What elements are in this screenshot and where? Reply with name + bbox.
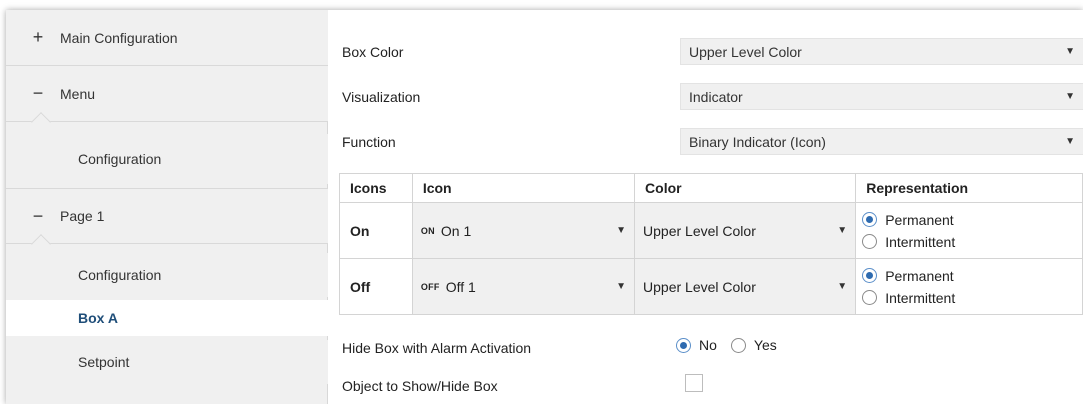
table-row: On ON On 1 ▼ Upper Level Color ▼ Permane… [339, 202, 1083, 259]
hide-box-radio-group: No Yes [676, 337, 791, 353]
sidebar-item-label: Configuration [78, 151, 162, 167]
off-icon-value: Off 1 [445, 278, 476, 295]
object-show-hide-checkbox[interactable] [685, 374, 703, 392]
header-color: Color [634, 173, 857, 203]
radio-label: Yes [753, 337, 777, 353]
box-color-label: Box Color [342, 44, 404, 60]
on-intermittent-option[interactable]: Intermittent [862, 231, 1082, 253]
header-icon: Icon [411, 173, 636, 203]
object-show-hide-label: Object to Show/Hide Box [342, 378, 498, 394]
hide-box-yes-option[interactable]: Yes [730, 337, 777, 353]
sidebar-item-box-a[interactable]: Box A [6, 300, 328, 336]
sidebar-item-label: Configuration [78, 267, 162, 283]
sidebar-item-menu[interactable]: − Menu [6, 66, 328, 122]
row-name-on: On [339, 202, 413, 259]
icons-table: Icons Icon Color Representation On ON On… [339, 173, 1083, 315]
plus-icon[interactable]: + [16, 27, 60, 48]
on-icon-select[interactable]: ON On 1 ▼ [411, 202, 636, 259]
off-color-value: Upper Level Color [643, 278, 756, 295]
off-icon-select[interactable]: OFF Off 1 ▼ [411, 258, 636, 315]
sidebar-item-label: Menu [60, 85, 96, 102]
header-representation: Representation [855, 173, 1083, 203]
hide-box-label: Hide Box with Alarm Activation [342, 340, 532, 356]
row-name-off: Off [339, 258, 413, 315]
radio-label: Intermittent [885, 233, 956, 250]
radio-selected-icon[interactable] [862, 212, 878, 227]
minus-icon[interactable]: − [16, 83, 60, 104]
chevron-down-icon: ▼ [837, 225, 848, 236]
on-icon-value: On 1 [440, 222, 472, 239]
visualization-label: Visualization [342, 89, 421, 105]
radio-label: Intermittent [885, 289, 956, 306]
function-value: Binary Indicator (Icon) [689, 133, 826, 150]
visualization-value: Indicator [689, 88, 743, 105]
sidebar-item-page1-configuration[interactable]: Configuration [6, 253, 328, 297]
radio-label: Permanent [885, 267, 954, 284]
chevron-down-icon: ▼ [1065, 91, 1075, 102]
off-permanent-option[interactable]: Permanent [862, 265, 1082, 287]
off-representation: Permanent Intermittent [855, 258, 1083, 315]
sidebar-item-page-1[interactable]: − Page 1 [6, 188, 328, 244]
chevron-down-icon: ▼ [1065, 46, 1075, 57]
radio-unselected-icon[interactable] [862, 290, 878, 305]
sidebar-item-main-configuration[interactable]: + Main Configuration [6, 10, 328, 66]
on-color-select[interactable]: Upper Level Color ▼ [634, 202, 857, 259]
radio-unselected-icon[interactable] [730, 337, 746, 353]
off-badge-icon: OFF [420, 281, 440, 292]
header-icons: Icons [339, 173, 413, 203]
app-window: + Main Configuration − Menu Configuratio… [6, 10, 1083, 404]
on-representation: Permanent Intermittent [855, 202, 1083, 259]
on-badge-icon: ON [420, 225, 435, 236]
radio-label: Permanent [885, 211, 954, 228]
sidebar: + Main Configuration − Menu Configuratio… [6, 10, 328, 404]
table-row: Off OFF Off 1 ▼ Upper Level Color ▼ Perm… [339, 258, 1083, 315]
minus-icon[interactable]: − [16, 206, 60, 227]
chevron-down-icon: ▼ [616, 225, 627, 236]
on-permanent-option[interactable]: Permanent [862, 209, 1082, 231]
sidebar-item-label: Box A [78, 310, 118, 326]
sidebar-item-label: Setpoint [78, 354, 130, 370]
chevron-down-icon: ▼ [837, 281, 848, 292]
box-color-select[interactable]: Upper Level Color ▼ [680, 38, 1083, 65]
radio-selected-icon[interactable] [676, 337, 691, 353]
off-color-select[interactable]: Upper Level Color ▼ [634, 258, 857, 315]
chevron-down-icon: ▼ [616, 281, 627, 292]
chevron-down-icon: ▼ [1065, 136, 1075, 147]
sidebar-item-setpoint[interactable]: Setpoint [6, 340, 328, 384]
sidebar-item-menu-configuration[interactable]: Configuration [6, 134, 328, 184]
radio-selected-icon[interactable] [862, 268, 878, 283]
function-label: Function [342, 134, 396, 150]
off-intermittent-option[interactable]: Intermittent [862, 287, 1082, 309]
box-color-value: Upper Level Color [689, 43, 802, 60]
radio-label: No [699, 337, 717, 353]
function-select[interactable]: Binary Indicator (Icon) ▼ [680, 128, 1083, 155]
sidebar-item-label: Page 1 [60, 208, 105, 224]
main-panel: Box Color Upper Level Color ▼ Visualizat… [328, 10, 1083, 404]
radio-unselected-icon[interactable] [862, 234, 878, 249]
on-color-value: Upper Level Color [643, 222, 756, 239]
hide-box-no-option[interactable]: No [676, 337, 717, 353]
sidebar-item-label: Main Configuration [60, 29, 178, 46]
visualization-select[interactable]: Indicator ▼ [680, 83, 1083, 110]
